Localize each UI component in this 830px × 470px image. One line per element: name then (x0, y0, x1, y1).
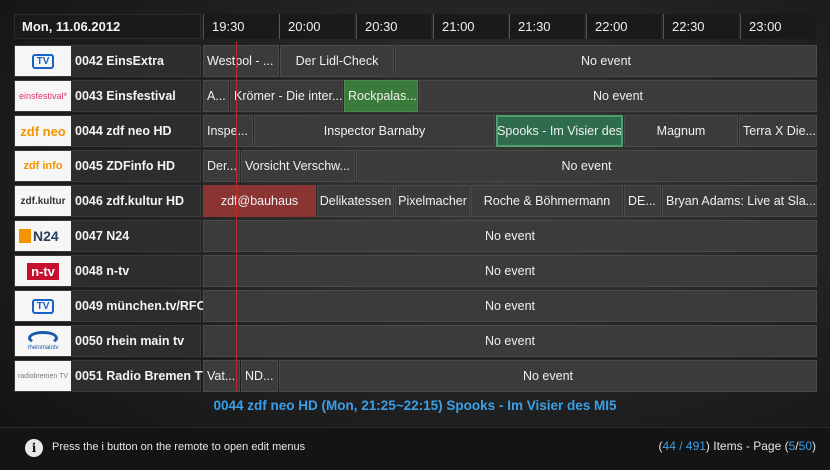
time-slot: 20:00 (279, 14, 354, 39)
channel-cell[interactable]: zdf.kultur 0046 zdf.kultur HD (14, 185, 201, 217)
channel-row: radiobremen TV 0051 Radio Bremen TV Vat.… (14, 360, 817, 392)
program-event[interactable]: Inspector Barnaby (254, 115, 495, 147)
channel-name: 0049 münchen.tv/RFO (75, 299, 207, 313)
selected-program-info: 0044 zdf neo HD (Mon, 21:25~22:15) Spook… (213, 398, 617, 413)
program-event[interactable]: A... (203, 80, 229, 112)
channel-logo: TV (15, 291, 71, 321)
event-track: No event (203, 255, 817, 287)
total-items: 491 (685, 439, 706, 453)
channel-row: n-tv 0048 n-tv No event (14, 255, 817, 287)
channel-logo: rheinmaintv (15, 326, 71, 356)
channel-cell[interactable]: zdf neo 0044 zdf neo HD (14, 115, 201, 147)
channel-name: 0050 rhein main tv (75, 334, 185, 348)
program-event[interactable]: Terra X Die... (739, 115, 817, 147)
time-slot: 22:30 (663, 14, 738, 39)
channel-name: 0042 EinsExtra (75, 54, 164, 68)
time-slot: 21:00 (433, 14, 508, 39)
program-event[interactable]: Westpol - ... (203, 45, 279, 77)
channel-name: 0043 Einsfestival (75, 89, 176, 103)
channel-row: TV 0049 münchen.tv/RFO No event (14, 290, 817, 322)
channel-cell[interactable]: einsfestival* 0043 Einsfestival (14, 80, 201, 112)
channel-name: 0051 Radio Bremen TV (75, 369, 211, 383)
channel-name: 0048 n-tv (75, 264, 130, 278)
channel-name: 0047 N24 (75, 229, 130, 243)
guide-date: Mon, 11.06.2012 (14, 14, 201, 39)
program-event[interactable]: ND... (241, 360, 278, 392)
channel-row: einsfestival* 0043 Einsfestival A... Krö… (14, 80, 817, 112)
channel-row: TV 0042 EinsExtra Westpol - ... Der Lidl… (14, 45, 817, 77)
program-event[interactable]: No event (203, 290, 817, 322)
channel-name: 0045 ZDFinfo HD (75, 159, 176, 173)
channel-name: 0046 zdf.kultur HD (75, 194, 185, 208)
program-event[interactable]: No event (356, 150, 817, 182)
program-event[interactable]: Der... (203, 150, 240, 182)
program-event[interactable]: DE... (624, 185, 661, 217)
channel-logo: TV (15, 46, 71, 76)
time-slot: 22:00 (586, 14, 661, 39)
channel-cell[interactable]: n-tv 0048 n-tv (14, 255, 201, 287)
program-event[interactable]: zdf@bauhaus (203, 185, 316, 217)
channel-row: zdf info 0045 ZDFinfo HD Der... Vorsicht… (14, 150, 817, 182)
channel-logo: zdf.kultur (15, 186, 71, 216)
program-event[interactable]: No event (419, 80, 817, 112)
program-event[interactable]: Krömer - Die inter... (230, 80, 343, 112)
current-item: 44 (662, 439, 676, 453)
event-track: A... Krömer - Die inter... Rockpalas... … (203, 80, 817, 112)
channel-row: N24 0047 N24 No event (14, 220, 817, 252)
program-event[interactable]: No event (203, 255, 817, 287)
channel-row: zdf.kultur 0046 zdf.kultur HD zdf@bauhau… (14, 185, 817, 217)
footer-bar: i Press the i button on the remote to op… (0, 427, 830, 470)
channel-row: zdf neo 0044 zdf neo HD Inspe... Inspect… (14, 115, 817, 147)
program-event[interactable]: Magnum (624, 115, 738, 147)
time-slot: 23:00 (740, 14, 815, 39)
event-track: Vat... ND... No event (203, 360, 817, 392)
channel-cell[interactable]: radiobremen TV 0051 Radio Bremen TV (14, 360, 210, 392)
channel-logo: n-tv (15, 256, 71, 286)
event-track: Der... Vorsicht Verschw... No event (203, 150, 817, 182)
program-event[interactable]: Vat... (203, 360, 240, 392)
event-track: zdf@bauhaus Delikatessen Pixelmacher Roc… (203, 185, 817, 217)
program-event[interactable]: No event (279, 360, 817, 392)
timeline-header: 19:30 20:00 20:30 21:00 21:30 22:00 22:3… (203, 14, 817, 39)
event-track: Westpol - ... Der Lidl-Check No event (203, 45, 817, 77)
channel-logo: N24 (15, 221, 71, 251)
time-slot: 19:30 (203, 14, 278, 39)
total-pages: 50 (798, 439, 812, 453)
event-track: No event (203, 325, 817, 357)
program-event[interactable]: No event (395, 45, 817, 77)
program-event[interactable]: No event (203, 220, 817, 252)
channel-cell[interactable]: zdf info 0045 ZDFinfo HD (14, 150, 201, 182)
program-event[interactable]: Der Lidl-Check (280, 45, 394, 77)
program-event[interactable]: Bryan Adams: Live at Sla... (662, 185, 817, 217)
time-slot: 21:30 (509, 14, 584, 39)
current-time-indicator (236, 42, 237, 391)
channel-logo: zdf info (15, 151, 71, 181)
channel-cell[interactable]: TV 0049 münchen.tv/RFO (14, 290, 206, 322)
program-event[interactable]: Roche & Böhmermann (471, 185, 623, 217)
info-icon: i (25, 439, 43, 457)
channel-logo: radiobremen TV (15, 361, 71, 391)
program-event[interactable]: Rockpalas... (344, 80, 418, 112)
event-track: No event (203, 220, 817, 252)
time-slot: 20:30 (356, 14, 431, 39)
channel-cell[interactable]: N24 0047 N24 (14, 220, 201, 252)
channel-row: rheinmaintv 0050 rhein main tv No event (14, 325, 817, 357)
channel-logo: zdf neo (15, 116, 71, 146)
channel-cell[interactable]: rheinmaintv 0050 rhein main tv (14, 325, 201, 357)
event-track: Inspe... Inspector Barnaby Spooks - Im V… (203, 115, 817, 147)
epg-screen: Mon, 11.06.2012 19:30 20:00 20:30 21:00 … (0, 0, 830, 470)
program-event[interactable]: Vorsicht Verschw... (241, 150, 355, 182)
item-page-counter: (44 / 491) Items - Page (5/50) (658, 439, 816, 453)
channel-name: 0044 zdf neo HD (75, 124, 172, 138)
program-event[interactable]: No event (203, 325, 817, 357)
program-event[interactable]: Inspe... (203, 115, 253, 147)
channel-logo: einsfestival* (15, 81, 71, 111)
program-event[interactable]: Pixelmacher (395, 185, 470, 217)
channel-cell[interactable]: TV 0042 EinsExtra (14, 45, 201, 77)
program-event[interactable]: Delikatessen (317, 185, 394, 217)
event-track: No event (203, 290, 817, 322)
edit-menu-hint: Press the i button on the remote to open… (52, 441, 306, 453)
program-event-selected[interactable]: Spooks - Im Visier des (496, 115, 623, 147)
